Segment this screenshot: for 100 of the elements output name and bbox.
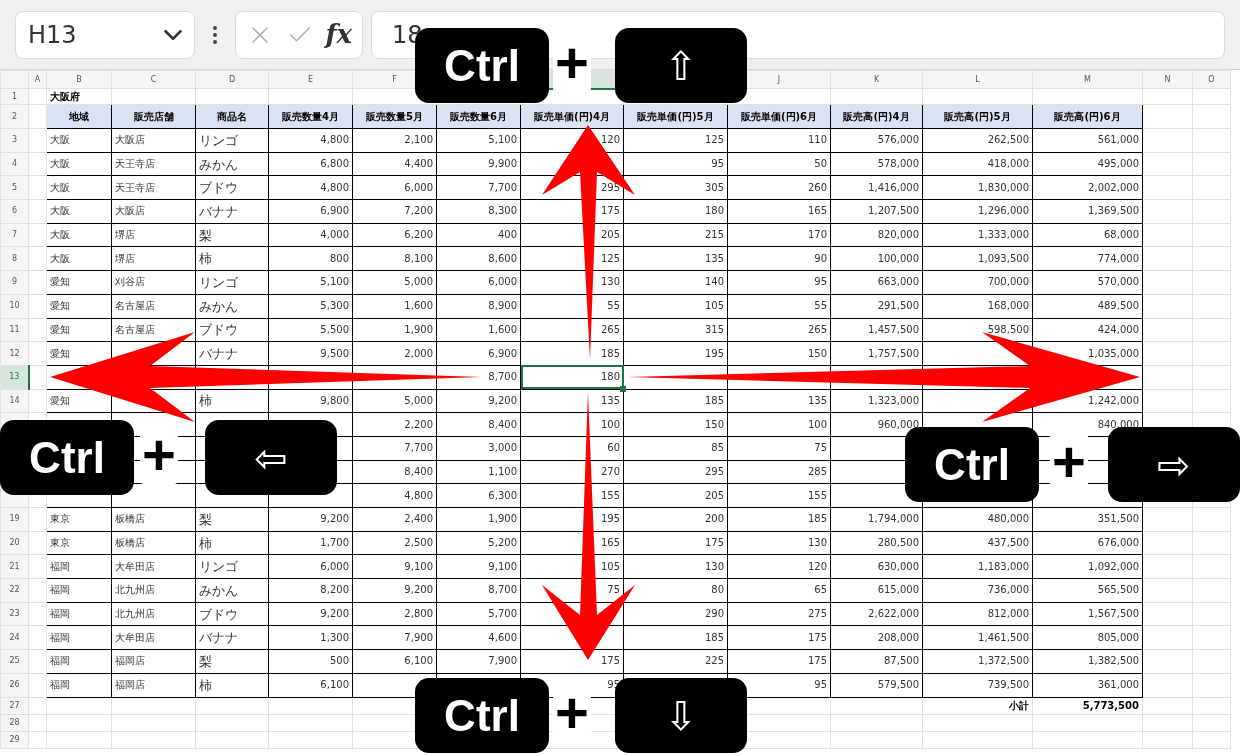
table-cell: 大阪: [46, 175, 112, 200]
column-letter[interactable]: C: [150, 74, 157, 84]
row-number[interactable]: 14: [0, 389, 29, 413]
table-cell: 805,000: [1032, 625, 1143, 650]
row-number[interactable]: 10: [0, 294, 29, 318]
row-number[interactable]: 26: [0, 673, 29, 697]
table-cell: 4,600: [436, 625, 521, 650]
table-cell: 5,773,500: [1032, 697, 1143, 714]
table-cell: 361,000: [1032, 673, 1143, 697]
table-cell: 9,100: [436, 554, 521, 579]
column-header: 販売単価(円)4月: [520, 104, 624, 129]
function-button[interactable]: fx: [325, 15, 353, 54]
table-cell: 75: [727, 436, 831, 461]
table-cell: 1,372,500: [922, 649, 1033, 674]
key-cap: ⇦: [205, 420, 337, 495]
table-cell: 55: [727, 294, 831, 318]
row-number[interactable]: 21: [0, 554, 29, 579]
table-cell: 7,900: [436, 649, 521, 674]
column-letter[interactable]: B: [76, 74, 82, 84]
selected-cell: 180: [520, 365, 624, 390]
row-number[interactable]: 24: [0, 625, 29, 650]
table-cell: 7,900: [352, 625, 437, 650]
row-number[interactable]: 3: [0, 128, 29, 153]
column-letter[interactable]: A: [34, 74, 41, 84]
table-cell: 150: [727, 341, 831, 366]
table-cell: みかん: [195, 578, 269, 603]
table-cell: 65: [727, 578, 831, 603]
table-cell: 福岡: [46, 578, 112, 603]
table-cell: 5,200: [436, 531, 521, 555]
table-cell: 1,207,500: [830, 199, 923, 224]
column-header: 販売単価(円)6月: [727, 104, 831, 129]
column-letter[interactable]: M: [1084, 74, 1091, 84]
fill-handle[interactable]: [620, 385, 626, 392]
column-letter[interactable]: O: [1208, 74, 1215, 84]
table-cell: 495,000: [1032, 152, 1143, 176]
column-letter[interactable]: L: [975, 74, 980, 84]
table-cell: 135: [623, 246, 728, 271]
table-cell: 578,000: [830, 152, 923, 176]
row-number[interactable]: 4: [0, 152, 29, 176]
table-cell: 9,900: [436, 152, 521, 176]
table-cell: 68,000: [1032, 223, 1143, 247]
table-cell: 8,300: [436, 199, 521, 224]
table-cell: 663,000: [830, 270, 923, 295]
table-cell: 175: [727, 649, 831, 674]
select-all-corner[interactable]: [0, 70, 29, 89]
table-cell: 1,461,500: [922, 625, 1033, 650]
table-cell: 愛知: [46, 294, 112, 318]
row-number[interactable]: 25: [0, 649, 29, 674]
table-cell: 437,500: [922, 531, 1033, 555]
table-cell: 1,567,500: [1032, 602, 1143, 626]
table-cell: みかん: [195, 294, 269, 318]
key-cap: Ctrl: [905, 427, 1039, 502]
table-cell: 福岡: [46, 625, 112, 650]
column-letter[interactable]: D: [228, 74, 236, 84]
table-cell: 820,000: [830, 223, 923, 247]
table-cell: 570,000: [1032, 270, 1143, 295]
row-number[interactable]: 22: [0, 578, 29, 603]
table-cell: 800: [268, 246, 353, 271]
table-cell: 135: [727, 389, 831, 413]
row-number[interactable]: 11: [0, 318, 29, 342]
table-cell: 579,500: [830, 673, 923, 697]
column-letter[interactable]: F: [392, 74, 397, 84]
table-cell: 6,000: [352, 175, 437, 200]
table-cell: 8,200: [268, 578, 353, 603]
column-letter[interactable]: K: [873, 74, 880, 84]
key-cap: ⇨: [1108, 427, 1240, 502]
table-cell: 1,296,000: [922, 199, 1033, 224]
table-cell: 6,300: [436, 483, 521, 508]
table-cell: 155: [727, 483, 831, 508]
column-letter[interactable]: N: [1164, 74, 1171, 84]
table-cell: 9,200: [352, 578, 437, 603]
table-cell: 9,100: [352, 554, 437, 579]
row-number[interactable]: 8: [0, 246, 29, 271]
table-cell: 大阪: [46, 128, 112, 153]
column-letter[interactable]: J: [777, 74, 781, 84]
table-cell: 大阪: [46, 199, 112, 224]
table-cell: 5,000: [352, 389, 437, 413]
table-cell: 1,900: [352, 318, 437, 342]
table-cell: 8,700: [436, 578, 521, 603]
table-cell: 7,700: [436, 175, 521, 200]
row-number[interactable]: 2: [0, 104, 29, 129]
row-number[interactable]: 13: [0, 365, 29, 390]
row-number[interactable]: 6: [0, 199, 29, 224]
table-cell: 418,000: [922, 152, 1033, 176]
table-cell: 大阪店: [111, 128, 196, 153]
table-cell: 大阪店: [111, 199, 196, 224]
row-number[interactable]: 7: [0, 223, 29, 247]
name-box[interactable]: H13: [15, 10, 195, 59]
table-cell: 大牟田店: [111, 554, 196, 579]
row-number[interactable]: 20: [0, 531, 29, 555]
table-cell: 200: [623, 507, 728, 532]
row-number[interactable]: 19: [0, 507, 29, 532]
column-letter[interactable]: E: [307, 74, 314, 84]
table-cell: 板橋店: [111, 531, 196, 555]
row-number[interactable]: 9: [0, 270, 29, 295]
row-number[interactable]: 5: [0, 175, 29, 200]
table-cell: 1,369,500: [1032, 199, 1143, 224]
row-number[interactable]: 12: [0, 341, 29, 366]
table-cell: 7,700: [352, 436, 437, 461]
row-number[interactable]: 23: [0, 602, 29, 626]
